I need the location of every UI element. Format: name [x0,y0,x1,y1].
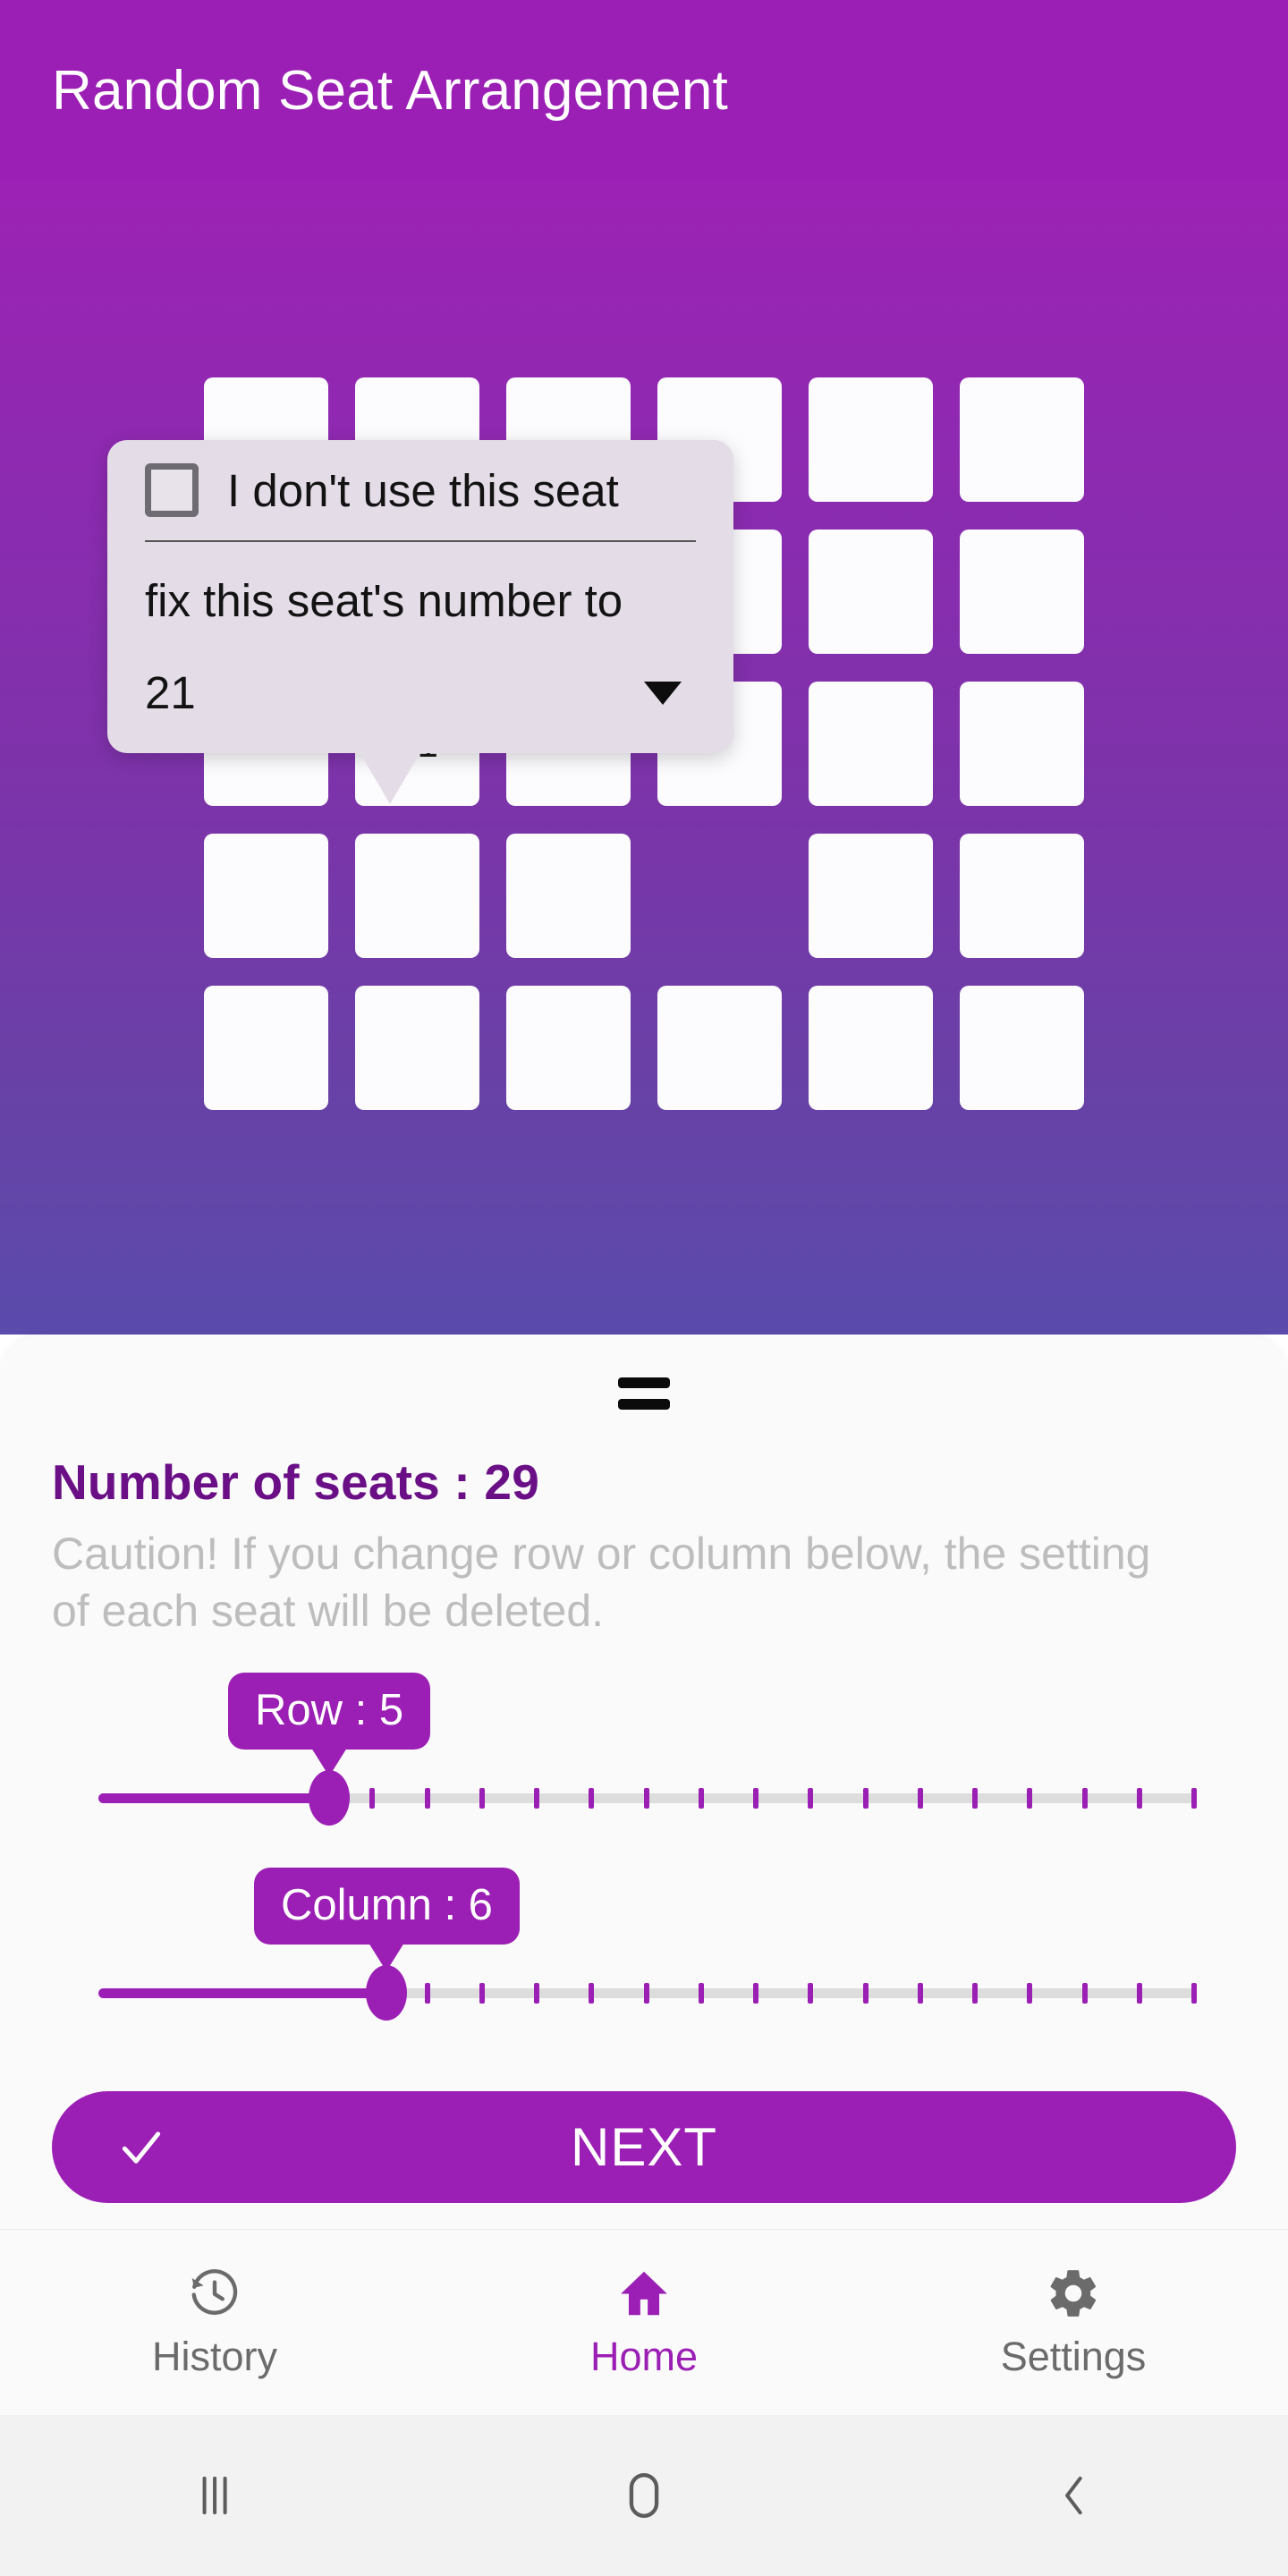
slider-tick [917,1983,923,2004]
column-slider[interactable] [98,1965,1197,2021]
seat-cell[interactable] [204,834,328,958]
nav-item-home[interactable]: Home [429,2230,859,2415]
seat-cell[interactable] [506,834,631,958]
slider-tick [698,1788,704,1809]
slider-tick [1191,1983,1197,2004]
slider-tick [369,1788,376,1809]
seat-cell[interactable] [960,834,1084,958]
slider-tick [808,1983,814,2004]
gear-icon [1050,2269,1097,2317]
unused-seat-checkbox[interactable] [145,463,199,517]
slider-tick [534,1788,539,1809]
column-slider-track-active [98,1988,387,1998]
app-screen: Random Seat Arrangement 21 I don't use t… [0,0,1288,2576]
slider-tick [479,1983,485,2004]
seat-count-label: Number of seats : 29 [52,1454,540,1510]
row-slider-bubble: Row : 5 [228,1673,431,1750]
seat-cell[interactable] [960,682,1084,806]
home-icon [621,2271,667,2315]
slider-tick [589,1983,595,2004]
next-button[interactable]: NEXT [52,2091,1236,2203]
slider-tick [424,1983,430,2004]
seat-cell[interactable] [355,834,479,958]
seat-cell[interactable] [809,986,933,1110]
slider-tick [643,1788,649,1809]
fix-number-value: 21 [145,667,196,718]
slider-tick [1027,1788,1033,1809]
slider-tick [862,1788,869,1809]
bottom-navigation: History Home Settings [0,2229,1288,2415]
row-slider-track-active [98,1793,329,1803]
popup-tail [360,752,420,804]
slider-tick [534,1983,539,2004]
caution-text: Caution! If you change row or column bel… [52,1529,1151,1636]
unused-seat-checkbox-row[interactable]: I don't use this seat [136,440,705,540]
nav-item-history[interactable]: History [0,2230,429,2415]
seat-cell[interactable] [506,986,631,1110]
nav-label-settings: Settings [1000,2333,1147,2379]
seat-cell[interactable] [657,986,782,1110]
nav-label-history: History [151,2333,277,2379]
recents-button[interactable] [0,2415,429,2576]
seat-cell[interactable] [355,986,479,1110]
row-slider[interactable] [98,1770,1197,1826]
slider-tick [972,1788,978,1809]
home-button[interactable] [429,2415,859,2576]
seat-cell[interactable] [960,377,1084,502]
drag-handle-icon[interactable] [618,1377,670,1410]
slider-tick [753,1788,758,1809]
slider-tick [479,1788,485,1809]
page-title: Random Seat Arrangement [52,59,728,122]
seat-cell[interactable] [204,986,328,1110]
seat-cell-empty [657,834,782,958]
seat-cell[interactable] [809,377,933,502]
slider-tick [643,1983,649,2004]
column-slider-thumb[interactable] [366,1965,408,2021]
next-button-label: NEXT [570,2117,718,2177]
nav-item-settings[interactable]: Settings [859,2230,1288,2415]
unused-seat-checkbox-label: I don't use this seat [227,464,619,516]
row-slider-thumb[interactable] [308,1770,350,1826]
nav-label-home: Home [589,2333,699,2379]
slider-tick [972,1983,978,2004]
seat-cell[interactable] [960,986,1084,1110]
seat-settings-popup[interactable]: I don't use this seat fix this seat's nu… [107,440,733,753]
chevron-down-icon [644,681,682,705]
slider-tick [808,1788,814,1809]
seat-cell[interactable] [809,834,933,958]
fix-number-dropdown[interactable]: 21 [136,666,705,719]
recents-icon [202,2476,227,2515]
slider-tick [698,1983,704,2004]
slider-tick [862,1983,869,2004]
back-button[interactable] [859,2415,1288,2576]
slider-tick [1136,1983,1142,2004]
slider-tick [1081,1983,1088,2004]
seat-grid-stage: 21 I don't use this seat fix this seat's… [0,181,1288,1335]
slider-tick [753,1983,758,2004]
home-circle-icon [629,2473,659,2518]
column-slider-bubble: Column : 6 [254,1868,520,1945]
seat-cell[interactable] [809,682,933,806]
slider-tick [589,1788,595,1809]
slider-tick [917,1788,923,1809]
seat-cell[interactable] [960,530,1084,654]
slider-tick [1027,1983,1033,2004]
system-navigation-bar [0,2415,1288,2576]
fix-number-label: fix this seat's number to [145,575,623,626]
slider-tick [1081,1788,1088,1809]
slider-tick [1191,1788,1197,1809]
back-icon [1065,2476,1082,2515]
history-icon [191,2268,238,2315]
popup-divider [145,540,696,542]
seat-cell[interactable] [809,530,933,654]
app-bar: Random Seat Arrangement [0,0,1288,181]
slider-tick [1136,1788,1142,1809]
check-icon [122,2131,161,2164]
slider-tick [424,1788,430,1809]
